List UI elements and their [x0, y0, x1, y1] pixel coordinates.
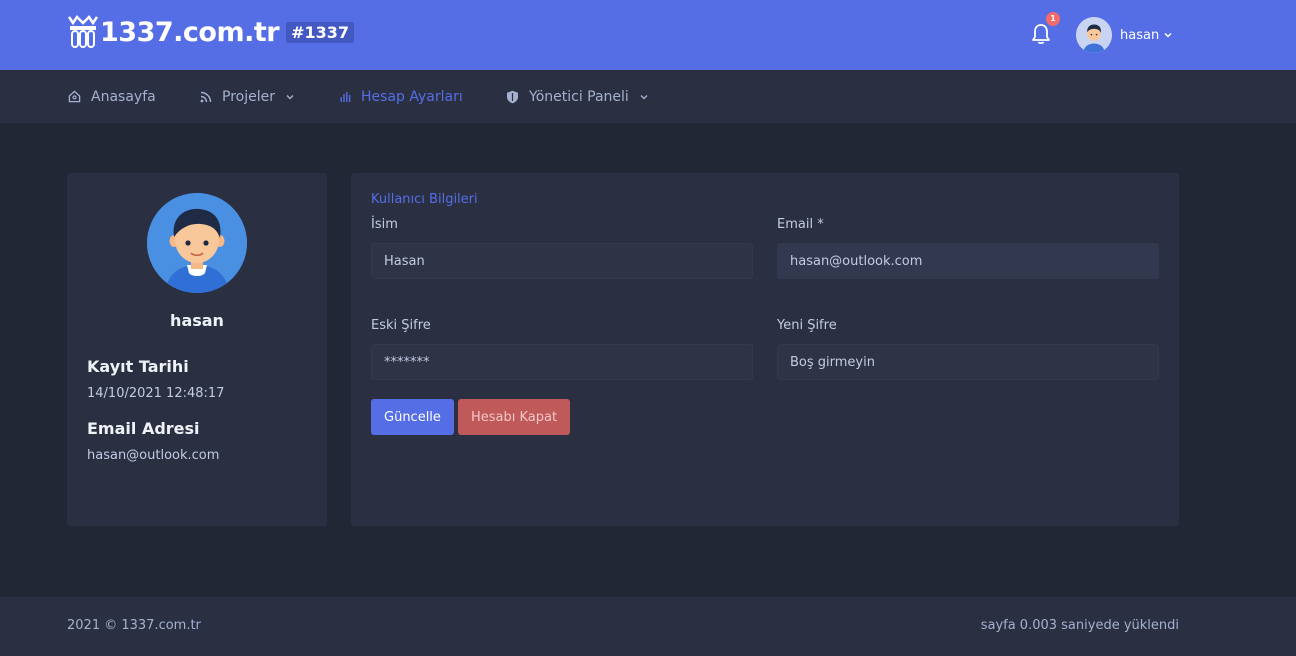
- logo-text: 1337.com.tr: [100, 16, 280, 48]
- chevron-down-icon: [640, 94, 648, 99]
- user-info-card: Kullanıcı Bilgileri İsim Email * Eski Şi…: [351, 173, 1179, 526]
- email-value: hasan@outlook.com: [87, 448, 220, 463]
- nav-label-projeler: Projeler: [222, 88, 275, 105]
- chevron-down-icon: [286, 94, 294, 99]
- registered-value: 14/10/2021 12:48:17: [87, 386, 225, 401]
- name-input[interactable]: [371, 243, 753, 279]
- notification-badge: 1: [1046, 12, 1060, 26]
- logo-icon: [68, 15, 98, 48]
- old-password-label: Eski Şifre: [371, 318, 431, 333]
- bell-icon[interactable]: [1030, 22, 1052, 46]
- nav-item-hesap-ayarlari[interactable]: Hesap Ayarları: [340, 70, 463, 123]
- close-account-button[interactable]: Hesabı Kapat: [458, 399, 571, 435]
- nav-label-yonetici-paneli: Yönetici Paneli: [529, 88, 629, 105]
- logo[interactable]: 1337.com.tr #1337: [68, 14, 355, 50]
- chevron-down-icon: [1164, 32, 1172, 38]
- email-input[interactable]: [777, 243, 1159, 279]
- avatar: [147, 193, 247, 293]
- nav-item-anasayfa[interactable]: Anasayfa: [68, 70, 156, 123]
- user-menu[interactable]: hasan: [1076, 17, 1173, 53]
- nav-label-hesap-ayarlari: Hesap Ayarları: [361, 88, 463, 105]
- footer: 2021 © 1337.com.tr sayfa 0.003 saniyede …: [0, 597, 1296, 656]
- copyright: 2021 © 1337.com.tr: [67, 618, 201, 633]
- new-password-label: Yeni Şifre: [777, 318, 837, 333]
- logo-tag: #1337: [286, 21, 355, 43]
- email-label: Email Adresi: [87, 419, 200, 438]
- load-time: sayfa 0.003 saniyede yüklendi: [980, 618, 1179, 633]
- home-icon: [68, 90, 81, 103]
- main-nav: Anasayfa Projeler Hesap Ayarları Yönetic…: [0, 70, 1296, 123]
- registered-label: Kayıt Tarihi: [87, 357, 189, 376]
- user-name: hasan: [1120, 27, 1160, 43]
- nav-item-projeler[interactable]: Projeler: [200, 70, 295, 123]
- profile-name: hasan: [170, 311, 224, 330]
- top-header: 1337.com.tr #1337 1 hasan: [0, 0, 1296, 70]
- new-password-input[interactable]: [777, 344, 1159, 380]
- email-field-label: Email *: [777, 217, 824, 232]
- name-label: İsim: [371, 217, 398, 232]
- bar-chart-icon: [340, 92, 351, 102]
- rss-icon: [200, 91, 212, 102]
- old-password-input[interactable]: [371, 344, 753, 380]
- avatar: [1076, 17, 1112, 53]
- update-button[interactable]: Güncelle: [371, 399, 454, 435]
- profile-card: hasan Kayıt Tarihi 14/10/2021 12:48:17 E…: [67, 173, 327, 526]
- shield-icon: [507, 90, 518, 103]
- section-title: Kullanıcı Bilgileri: [371, 192, 478, 207]
- nav-label-anasayfa: Anasayfa: [91, 88, 156, 105]
- nav-item-yonetici-paneli[interactable]: Yönetici Paneli: [506, 70, 649, 123]
